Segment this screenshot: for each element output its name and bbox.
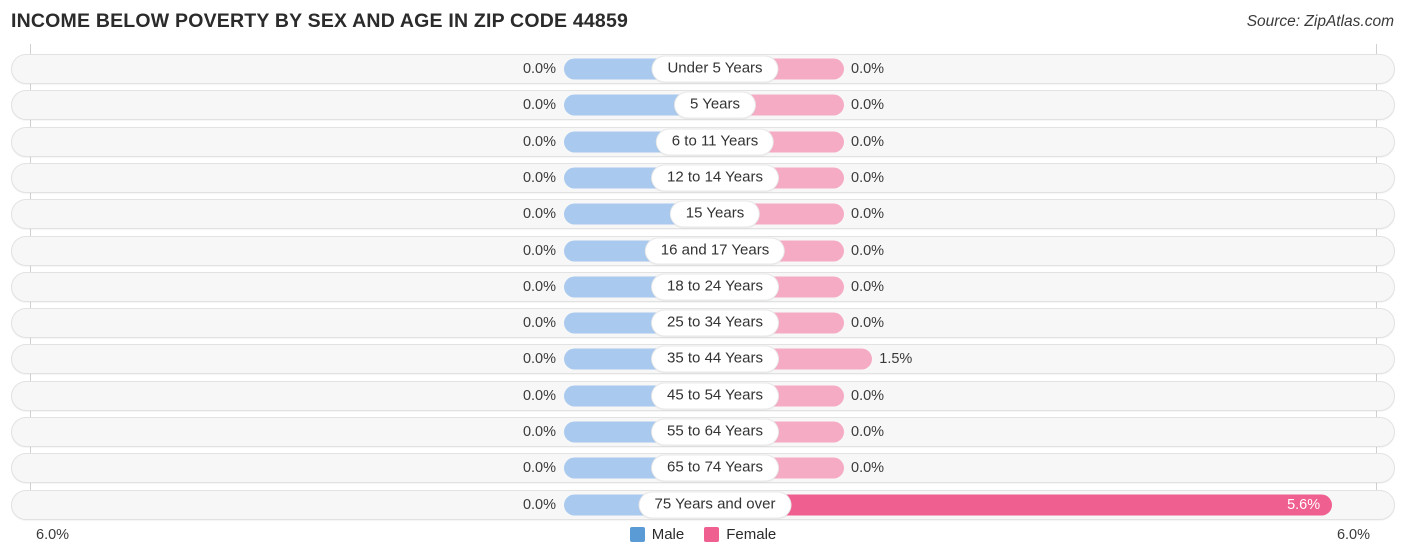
table-row[interactable]: 0.0% 0.0% Under 5 Years: [11, 54, 1395, 84]
category-label: 25 to 34 Years: [652, 310, 778, 336]
category-label: 35 to 44 Years: [652, 346, 778, 372]
category-label: 6 to 11 Years: [656, 129, 774, 155]
bar-female[interactable]: [704, 494, 1333, 516]
value-label-female: 0.0%: [851, 387, 885, 404]
value-label-female: 0.0%: [851, 460, 885, 477]
table-row[interactable]: 0.0% 0.0% 15 Years: [11, 199, 1395, 230]
source-attribution: Source: ZipAtlas.com: [1246, 13, 1394, 30]
value-label-female: 0.0%: [851, 61, 885, 77]
value-label-male: 0.0%: [522, 61, 556, 77]
value-label-female: 0.0%: [851, 424, 885, 440]
chart-legend: Male Female: [0, 526, 1406, 543]
category-label: 16 and 17 Years: [645, 238, 785, 263]
table-row[interactable]: 0.0% 0.0% 45 to 54 Years: [11, 380, 1395, 411]
value-label-female: 0.0%: [851, 315, 885, 332]
value-label-male: 0.0%: [522, 206, 556, 223]
category-label: 12 to 14 Years: [652, 165, 778, 191]
value-label-female: 0.0%: [851, 97, 885, 114]
value-label-male: 0.0%: [522, 351, 556, 368]
table-row[interactable]: 0.0% 0.0% 6 to 11 Years: [11, 126, 1395, 157]
legend-swatch-male: [629, 527, 645, 542]
value-label-female: 0.0%: [851, 169, 885, 186]
category-label: 75 Years and over: [639, 492, 791, 518]
value-label-male: 0.0%: [522, 496, 556, 513]
category-label: 55 to 64 Years: [652, 419, 778, 445]
legend-item-male[interactable]: Male: [629, 526, 685, 543]
value-label-female: 0.0%: [851, 278, 885, 295]
table-row[interactable]: 0.0% 0.0% 12 to 14 Years: [11, 162, 1395, 193]
chart-page: INCOME BELOW POVERTY BY SEX AND AGE IN Z…: [0, 0, 1406, 559]
table-row[interactable]: 0.0% 5.6% 75 Years and over: [11, 489, 1395, 520]
table-row[interactable]: 0.0% 0.0% 18 to 24 Years: [11, 271, 1395, 302]
category-label: 15 Years: [670, 201, 760, 227]
value-label-female: 0.0%: [851, 206, 885, 223]
page-title: INCOME BELOW POVERTY BY SEX AND AGE IN Z…: [11, 10, 629, 32]
legend-label: Male: [651, 526, 685, 543]
value-label-male: 0.0%: [522, 424, 556, 440]
value-label-male: 0.0%: [522, 133, 556, 150]
legend-label: Female: [726, 526, 777, 543]
value-label-female: 5.6%: [1287, 496, 1321, 513]
legend-item-female[interactable]: Female: [704, 526, 776, 543]
category-label: 18 to 24 Years: [652, 274, 778, 300]
value-label-male: 0.0%: [522, 242, 556, 259]
value-label-male: 0.0%: [522, 387, 556, 404]
value-label-male: 0.0%: [522, 97, 556, 114]
table-row[interactable]: 0.0% 0.0% 25 to 34 Years: [11, 308, 1395, 339]
value-label-female: 1.5%: [879, 351, 913, 368]
legend-swatch-female: [704, 527, 720, 542]
chart-header: INCOME BELOW POVERTY BY SEX AND AGE IN Z…: [0, 0, 1406, 42]
value-label-female: 0.0%: [851, 133, 885, 150]
category-label: 5 Years: [674, 92, 756, 118]
chart-footer: 6.0% 6.0% Male Female: [0, 517, 1406, 559]
table-row[interactable]: 0.0% 0.0% 55 to 64 Years: [11, 417, 1395, 447]
table-row[interactable]: 0.0% 1.5% 35 to 44 Years: [11, 344, 1395, 375]
value-label-male: 0.0%: [522, 169, 556, 186]
value-label-female: 0.0%: [851, 242, 885, 259]
category-label: Under 5 Years: [652, 56, 778, 82]
table-row[interactable]: 0.0% 0.0% 16 and 17 Years: [11, 235, 1395, 266]
value-label-male: 0.0%: [522, 315, 556, 332]
chart-plot-area: 0.0% 0.0% Under 5 Years 0.0% 0.0% 5 Years 0.0%…: [0, 44, 1406, 520]
value-label-male: 0.0%: [522, 278, 556, 295]
table-row[interactable]: 0.0% 0.0% 65 to 74 Years: [11, 453, 1395, 484]
value-label-male: 0.0%: [522, 460, 556, 477]
category-label: 45 to 54 Years: [652, 383, 778, 409]
category-label: 65 to 74 Years: [652, 455, 778, 481]
table-row[interactable]: 0.0% 0.0% 5 Years: [11, 90, 1395, 121]
